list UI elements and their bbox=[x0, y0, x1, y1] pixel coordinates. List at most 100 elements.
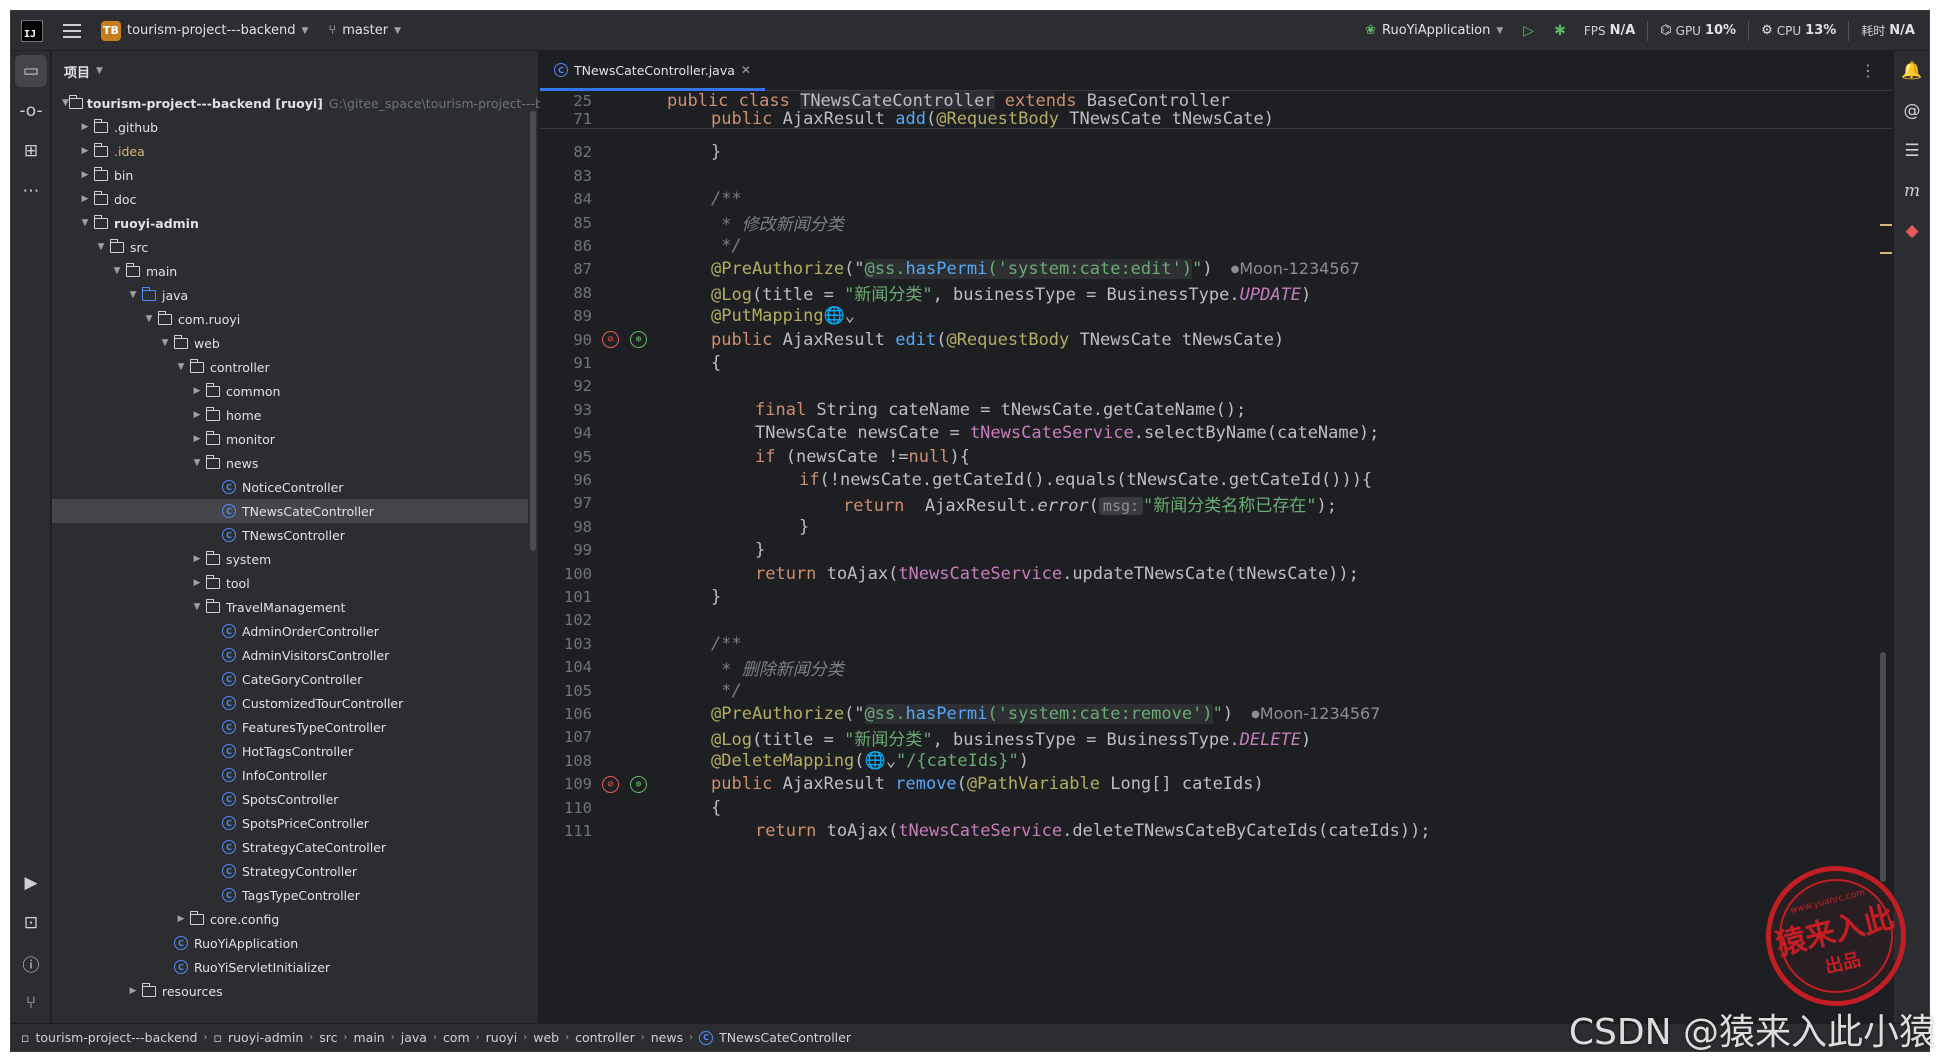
gutter[interactable] bbox=[592, 515, 667, 538]
tree-item[interactable]: ▶ system bbox=[52, 547, 538, 571]
tree-item[interactable]: C CustomizedTourController bbox=[52, 691, 538, 715]
tree-item[interactable]: ▼ web bbox=[52, 331, 538, 355]
gutter[interactable] bbox=[592, 422, 667, 445]
breadcrumb-item[interactable]: news bbox=[651, 1030, 683, 1045]
gutter[interactable] bbox=[592, 632, 667, 655]
gutter[interactable] bbox=[592, 585, 667, 608]
tab-tnewscatecontroller[interactable]: C TNewsCateController.java ✕ bbox=[540, 50, 765, 91]
chevron-right-icon[interactable]: ▶ bbox=[78, 122, 92, 132]
tree-item[interactable]: ▶ .github bbox=[52, 115, 538, 139]
tree-item[interactable]: C FeaturesTypeController bbox=[52, 715, 538, 739]
gutter[interactable] bbox=[592, 234, 667, 257]
tree-item[interactable]: C RuoYiApplication bbox=[52, 931, 538, 955]
code-line[interactable]: 86 */ bbox=[540, 234, 1892, 257]
terminal-tool-button[interactable]: ⊡ bbox=[11, 903, 51, 943]
notifications-button[interactable]: 🔔 bbox=[1894, 51, 1929, 91]
chevron-right-icon[interactable]: ▶ bbox=[174, 914, 188, 924]
services-tool-button[interactable]: ▶ bbox=[11, 863, 51, 903]
tree-item[interactable]: ▶ common bbox=[52, 379, 538, 403]
code-line[interactable]: 99} bbox=[540, 539, 1892, 562]
breadcrumb-item[interactable]: TNewsCateController bbox=[719, 1030, 851, 1045]
gutter[interactable] bbox=[592, 492, 667, 515]
gutter[interactable] bbox=[592, 305, 667, 328]
tree-item[interactable]: C NoticeController bbox=[52, 475, 538, 499]
code-line[interactable]: 101} bbox=[540, 585, 1892, 608]
gutter[interactable] bbox=[592, 141, 667, 164]
code-line[interactable]: 98} bbox=[540, 515, 1892, 538]
code-line[interactable]: 111 return toAjax(tNewsCateService.delete… bbox=[540, 819, 1892, 842]
tree-item[interactable]: ▼ controller bbox=[52, 355, 538, 379]
gutter[interactable] bbox=[592, 188, 667, 211]
mapping-endpoint-icon[interactable]: ⊘ bbox=[602, 775, 619, 793]
chevron-right-icon[interactable]: ▶ bbox=[190, 410, 204, 420]
problems-tool-button[interactable]: ⓘ bbox=[11, 943, 51, 983]
code-author-hint[interactable]: Moon-1234567 bbox=[1231, 259, 1360, 278]
chevron-right-icon[interactable]: ▶ bbox=[190, 386, 204, 396]
tree-item[interactable]: ▶ core.config bbox=[52, 907, 538, 931]
chevron-right-icon[interactable]: ▶ bbox=[78, 146, 92, 156]
tree-item[interactable]: C StrategyCateController bbox=[52, 835, 538, 859]
chevron-right-icon[interactable]: ▶ bbox=[190, 554, 204, 564]
gutter[interactable] bbox=[592, 211, 667, 234]
tree-item[interactable]: C HotTagsController bbox=[52, 739, 538, 763]
gutter[interactable] bbox=[592, 398, 667, 421]
gutter[interactable] bbox=[592, 445, 667, 468]
gutter[interactable] bbox=[592, 351, 667, 374]
chevron-down-icon[interactable]: ▼ bbox=[174, 362, 188, 372]
gutter[interactable] bbox=[592, 562, 667, 585]
project-tool-button[interactable]: ▭ bbox=[15, 55, 47, 87]
breadcrumb-item[interactable]: tourism-project---backend bbox=[35, 1030, 197, 1045]
code-author-hint[interactable]: Moon-1234567 bbox=[1251, 704, 1380, 723]
gutter[interactable] bbox=[592, 819, 667, 842]
code-line[interactable]: 103 /** bbox=[540, 632, 1892, 655]
maven-button[interactable]: m bbox=[1894, 171, 1929, 211]
database-button[interactable]: ☰ bbox=[1894, 131, 1929, 171]
chevron-down-icon[interactable]: ▼ bbox=[126, 290, 140, 300]
tree-item[interactable]: C TagsTypeController bbox=[52, 883, 538, 907]
tree-item[interactable]: C SpotsController bbox=[52, 787, 538, 811]
chevron-down-icon[interactable]: ▼ bbox=[190, 602, 204, 612]
gutter[interactable] bbox=[592, 164, 667, 187]
chevron-right-icon[interactable]: ▶ bbox=[190, 578, 204, 588]
breadcrumb-item[interactable]: java bbox=[401, 1030, 427, 1045]
breadcrumb-item[interactable]: com bbox=[443, 1030, 470, 1045]
code-line[interactable]: 91 { bbox=[540, 351, 1892, 374]
gutter[interactable] bbox=[592, 109, 667, 128]
gutter[interactable] bbox=[592, 702, 667, 725]
tree-item[interactable]: ▼ src bbox=[52, 235, 538, 259]
code-line[interactable]: 96 if(!newsCate.getCateId().equals(tNewsC… bbox=[540, 468, 1892, 491]
gutter[interactable]: ⊘ ⊕ bbox=[592, 773, 667, 796]
tree-item[interactable]: C CateGoryController bbox=[52, 667, 538, 691]
plugin-button[interactable]: ◆ bbox=[1894, 211, 1929, 251]
tree-item[interactable]: ▼ java bbox=[52, 283, 538, 307]
code-line[interactable]: 25 public class TNewsCateController exten… bbox=[540, 90, 1892, 111]
chevron-down-icon[interactable]: ▼ bbox=[62, 98, 69, 108]
tree-item[interactable]: C StrategyController bbox=[52, 859, 538, 883]
close-icon[interactable]: ✕ bbox=[741, 63, 751, 77]
gutter[interactable] bbox=[592, 375, 667, 398]
mapping-endpoint-icon[interactable]: ⊘ bbox=[602, 331, 619, 348]
gutter[interactable]: ⊘ ⊕ bbox=[592, 328, 667, 351]
gutter[interactable] bbox=[592, 726, 667, 749]
code-line[interactable]: 94 TNewsCate newsCate = tNewsCateService.… bbox=[540, 422, 1892, 445]
tree-item[interactable]: C AdminOrderController bbox=[52, 619, 538, 643]
tree-item[interactable]: C SpotsPriceController bbox=[52, 811, 538, 835]
gutter[interactable] bbox=[592, 609, 667, 632]
code-line[interactable]: 106 @PreAuthorize("@ss.hasPermi('system:c… bbox=[540, 702, 1892, 725]
gutter[interactable] bbox=[592, 749, 667, 772]
tree-item[interactable]: C TNewsCateController bbox=[52, 499, 528, 523]
project-switcher[interactable]: TB tourism-project---backend ▼ bbox=[91, 11, 318, 50]
project-panel-header[interactable]: 项目 ▼ bbox=[52, 51, 538, 91]
gutter[interactable] bbox=[592, 656, 667, 679]
code-line[interactable]: 87 @PreAuthorize("@ss.hasPermi('system:ca… bbox=[540, 258, 1892, 281]
code-line[interactable]: 82} bbox=[540, 141, 1892, 164]
chevron-down-icon[interactable]: ▼ bbox=[158, 338, 172, 348]
more-tools-button[interactable]: ⋯ bbox=[11, 171, 51, 211]
code-line[interactable]: 100 return toAjax(tNewsCateService.update… bbox=[540, 562, 1892, 585]
code-line[interactable]: 88 @Log(title = "新闻分类", businessType = Bu… bbox=[540, 281, 1892, 306]
code-line[interactable]: 90 ⊘ ⊕ public AjaxResult edit(@RequestBody … bbox=[540, 328, 1892, 351]
tree-item[interactable]: ▼ news bbox=[52, 451, 538, 475]
code-line[interactable]: 85 * 修改新闻分类 bbox=[540, 211, 1892, 236]
code-area[interactable]: ⚠2 ⚠1 ⌃ ⌄ 25public class TNewsCateContro… bbox=[540, 90, 1892, 1023]
code-line[interactable]: 109 ⊘ ⊕ public AjaxResult remove(@PathVaria… bbox=[540, 773, 1892, 796]
